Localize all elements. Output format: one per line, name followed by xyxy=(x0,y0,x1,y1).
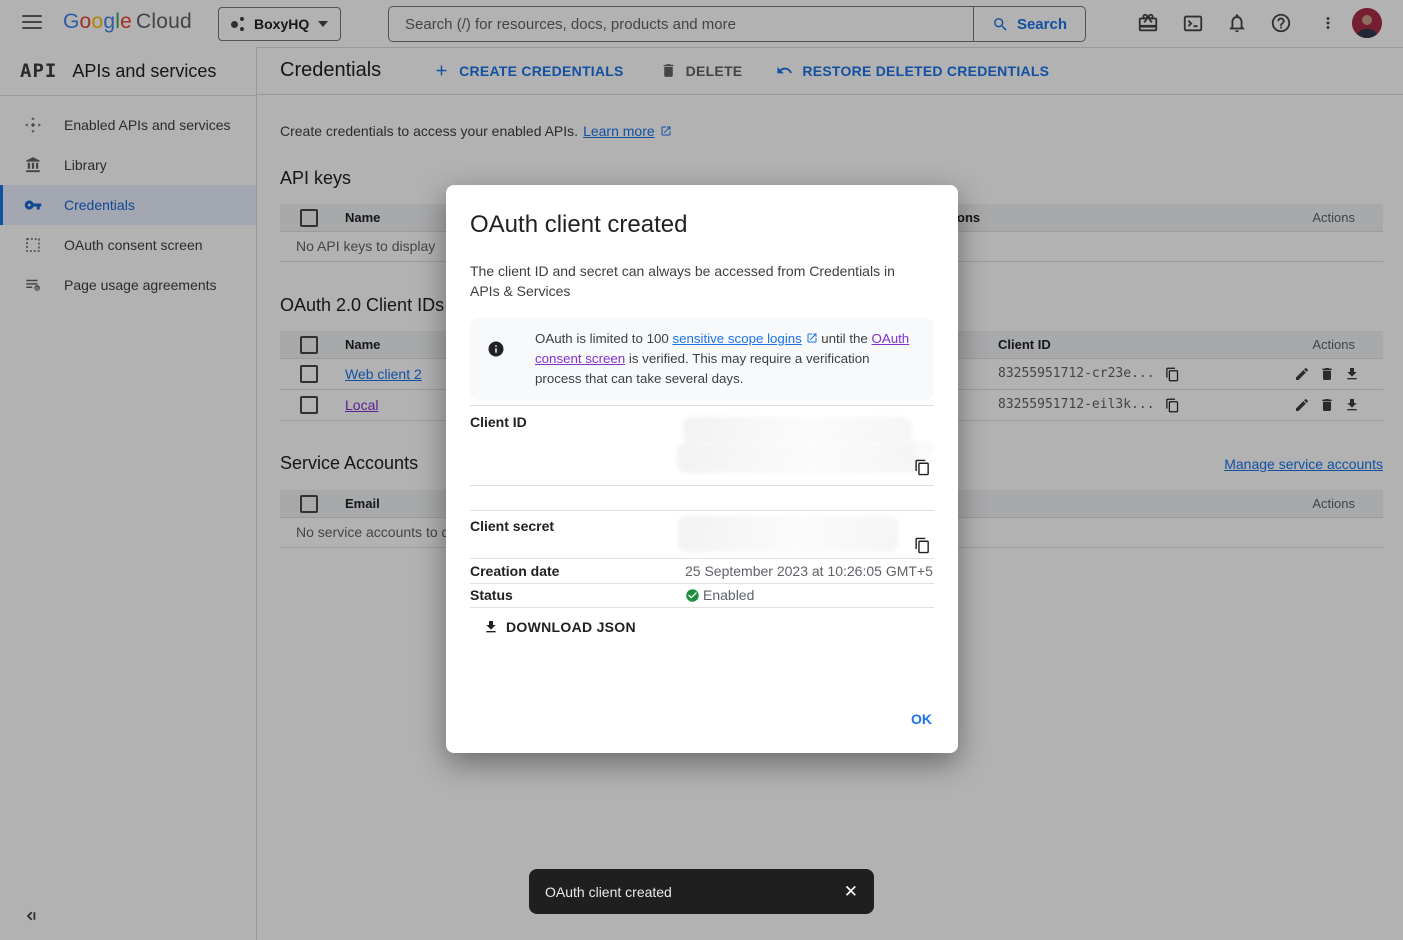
client-secret-label: Client secret xyxy=(470,511,685,558)
ok-button[interactable]: OK xyxy=(911,711,932,727)
check-circle-icon xyxy=(685,588,700,603)
download-icon xyxy=(483,619,499,635)
dialog-body-text: The client ID and secret can always be a… xyxy=(470,261,910,301)
toast-message: OAuth client created xyxy=(545,884,672,900)
redacted-client-secret xyxy=(678,516,898,552)
dialog-details: Client ID Client secret Creation date 25… xyxy=(470,405,934,608)
copy-client-id-icon[interactable] xyxy=(914,459,931,476)
download-json-button[interactable]: DOWNLOAD JSON xyxy=(483,619,958,635)
status-value: Enabled xyxy=(703,584,754,607)
dialog-notice: OAuth is limited to 100 sensitive scope … xyxy=(470,318,934,400)
redacted-client-id xyxy=(677,443,921,473)
close-icon[interactable]: ✕ xyxy=(844,882,858,902)
dialog-title: OAuth client created xyxy=(470,211,934,239)
client-id-label: Client ID xyxy=(470,406,685,485)
notice-text: OAuth is limited to 100 sensitive scope … xyxy=(535,329,910,389)
status-label: Status xyxy=(470,584,685,607)
status-row: Status Enabled xyxy=(470,584,934,608)
redacted-client-id xyxy=(683,417,912,444)
oauth-client-created-dialog: OAuth client created The client ID and s… xyxy=(446,185,958,753)
notice-part2: until the xyxy=(818,331,872,346)
row-spacer xyxy=(470,486,934,510)
copy-client-secret-icon[interactable] xyxy=(914,537,931,554)
creation-date-row: Creation date 25 September 2023 at 10:26… xyxy=(470,559,934,584)
client-id-row: Client ID xyxy=(470,405,934,486)
download-json-label: DOWNLOAD JSON xyxy=(506,619,636,635)
external-link-icon xyxy=(806,332,818,344)
toast-notification: OAuth client created ✕ xyxy=(529,869,874,914)
client-secret-row: Client secret xyxy=(470,510,934,559)
sensitive-scope-logins-link[interactable]: sensitive scope logins xyxy=(672,331,801,346)
status-badge: Enabled xyxy=(685,584,754,607)
creation-date-value: 25 September 2023 at 10:26:05 GMT+5 xyxy=(685,559,933,583)
redacted-client-id xyxy=(905,441,933,456)
creation-date-label: Creation date xyxy=(470,559,685,583)
notice-part1: OAuth is limited to 100 xyxy=(535,331,672,346)
info-icon xyxy=(487,340,505,358)
screen: GoogleCloud BoxyHQ Search (/) for resour… xyxy=(0,0,1403,940)
